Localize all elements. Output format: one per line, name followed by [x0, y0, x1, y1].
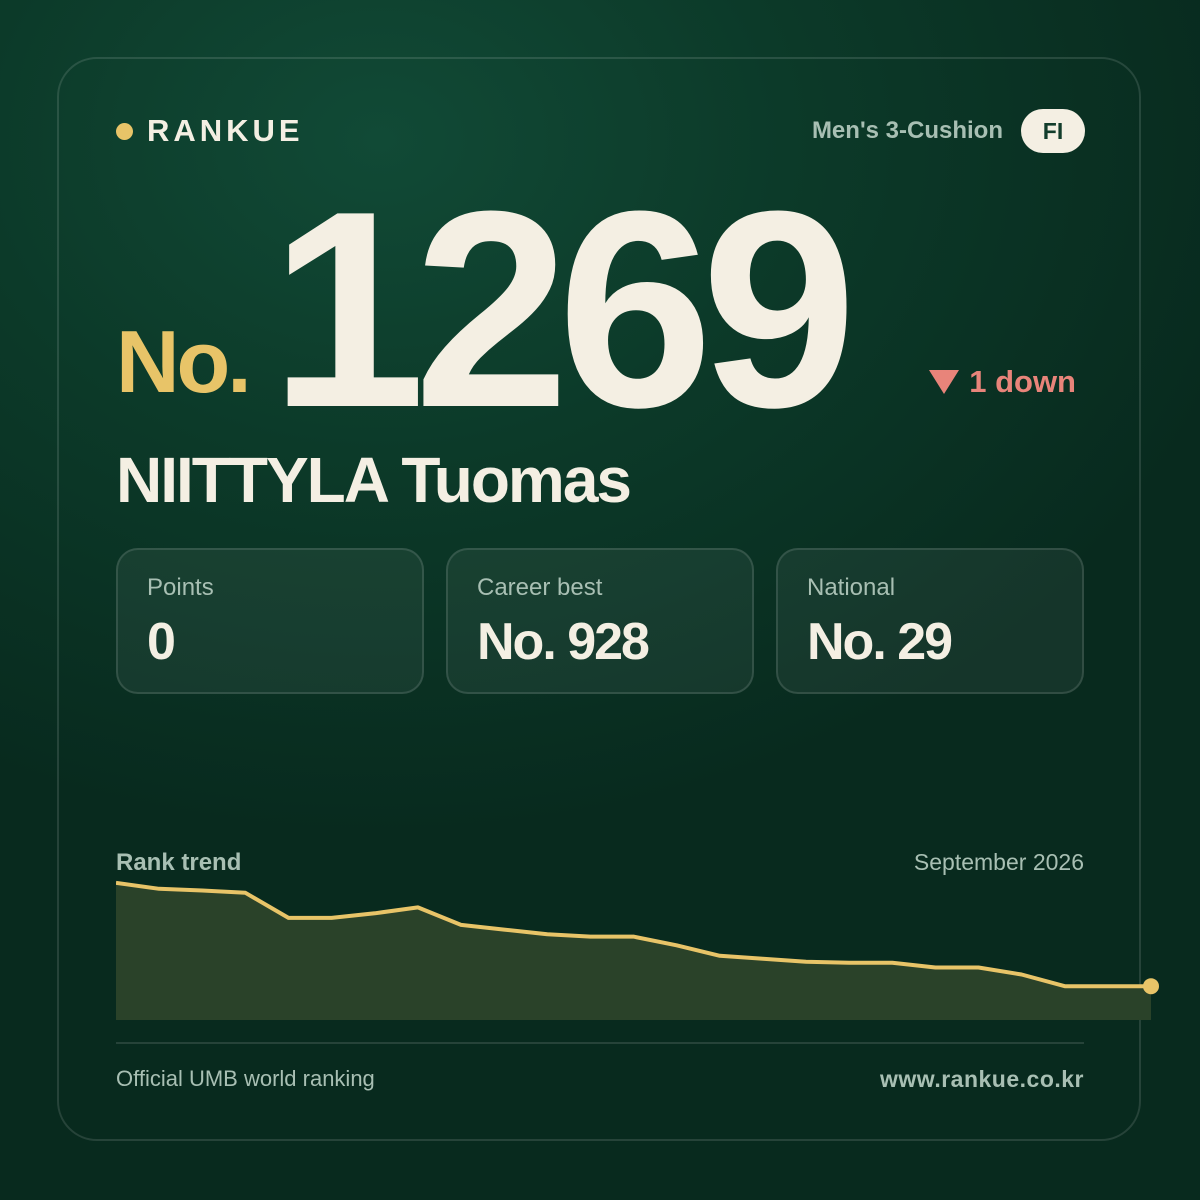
footer-source: Official UMB world ranking	[116, 1066, 375, 1091]
trend-date: September 2026	[913, 849, 1084, 875]
stat-label: Career best	[477, 574, 603, 601]
footer-divider	[116, 1042, 1084, 1044]
stat-career-best: Career best No. 928	[446, 548, 754, 694]
brand-dot-icon	[116, 122, 133, 140]
triangle-down-icon	[929, 370, 960, 394]
stat-label: Points	[147, 574, 214, 601]
stat-value: 0	[147, 613, 176, 671]
rank-trend-chart	[116, 880, 1159, 1020]
country-badge: FI	[1021, 109, 1085, 153]
trend-area	[116, 882, 1151, 1020]
trend-title: Rank trend	[116, 849, 242, 876]
stat-label: National	[807, 574, 896, 601]
footer-website[interactable]: www.rankue.co.kr	[880, 1066, 1084, 1093]
stat-value: No. 29	[807, 613, 953, 671]
rank-change-text: 1 down	[969, 364, 1076, 399]
stat-national: National No. 29	[776, 548, 1084, 694]
trend-current-point	[1143, 978, 1159, 995]
rank-prefix: No.	[116, 312, 252, 411]
brand-name: RANKUE	[147, 113, 304, 148]
stat-value: No. 928	[477, 613, 650, 671]
rank-number: 1269	[270, 154, 857, 466]
rank-change: 1 down	[929, 364, 1076, 400]
category-label: Men's 3-Cushion	[811, 117, 1003, 144]
stat-points: Points 0	[116, 548, 424, 694]
brand-logo: RANKUE	[116, 113, 304, 149]
player-name: NIITTYLA Tuomas	[116, 444, 632, 516]
